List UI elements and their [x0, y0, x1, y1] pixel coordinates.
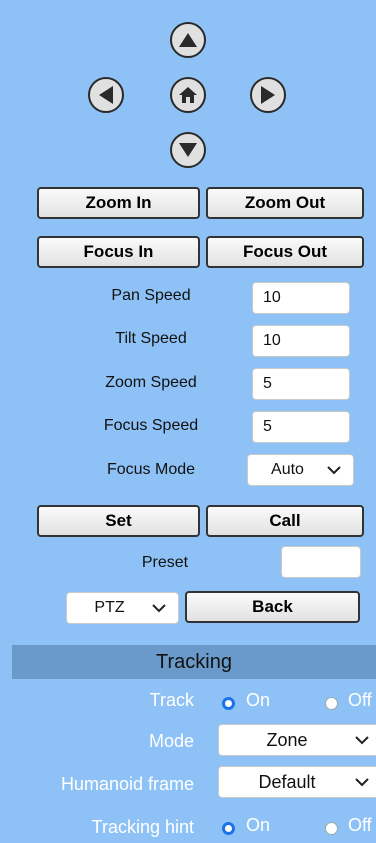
- pan-left-button[interactable]: [88, 77, 124, 113]
- set-preset-button[interactable]: Set: [37, 505, 200, 537]
- track-label: Track: [149, 690, 194, 710]
- arrow-right-icon: [260, 85, 276, 105]
- control-mode-value: PTZ: [94, 599, 125, 616]
- focus-speed-label: Focus Speed: [103, 417, 199, 434]
- zoom-speed-label: Zoom Speed: [105, 374, 197, 391]
- tilt-speed-label: Tilt Speed: [115, 330, 187, 347]
- pan-up-button[interactable]: [170, 22, 206, 58]
- focus-mode-label: Focus Mode: [106, 461, 196, 478]
- humanoid-frame-select[interactable]: Default: [218, 766, 376, 798]
- pan-speed-label: Pan Speed: [111, 287, 191, 304]
- tracking-hint-off-radio[interactable]: [325, 822, 338, 835]
- arrow-left-icon: [98, 85, 114, 105]
- preset-input[interactable]: [281, 546, 361, 578]
- zoom-out-button[interactable]: Zoom Out: [206, 187, 364, 219]
- tracking-mode-select[interactable]: Zone: [218, 724, 376, 756]
- chevron-down-icon: [327, 465, 345, 475]
- back-button[interactable]: Back: [185, 591, 360, 623]
- track-off-radio[interactable]: [325, 697, 338, 710]
- tracking-hint-on-radio[interactable]: [222, 822, 235, 835]
- call-preset-button[interactable]: Call: [206, 505, 364, 537]
- chevron-down-icon: [355, 735, 373, 745]
- arrow-down-icon: [178, 142, 198, 158]
- pan-right-button[interactable]: [250, 77, 286, 113]
- home-icon: [178, 86, 198, 104]
- humanoid-frame-label: Humanoid frame: [60, 774, 194, 794]
- focus-out-button[interactable]: Focus Out: [206, 236, 364, 268]
- tracking-mode-label: Mode: [148, 731, 194, 751]
- tilt-speed-input[interactable]: 10: [252, 325, 350, 357]
- tracking-mode-value: Zone: [266, 729, 308, 750]
- control-mode-select[interactable]: PTZ: [66, 592, 179, 624]
- arrow-up-icon: [178, 32, 198, 48]
- tracking-hint-label: Tracking hint: [91, 817, 194, 837]
- zoom-in-button[interactable]: Zoom In: [37, 187, 200, 219]
- track-on-label: On: [246, 690, 271, 710]
- focus-speed-input[interactable]: 5: [252, 411, 350, 443]
- tracking-hint-off-label: Off: [348, 815, 372, 835]
- chevron-down-icon: [355, 777, 373, 787]
- humanoid-frame-value: Default: [258, 771, 316, 792]
- chevron-down-icon: [152, 603, 170, 613]
- track-on-radio[interactable]: [222, 697, 235, 710]
- focus-in-button[interactable]: Focus In: [37, 236, 200, 268]
- pan-down-button[interactable]: [170, 132, 206, 168]
- zoom-speed-input[interactable]: 5: [252, 368, 350, 400]
- home-button[interactable]: [170, 77, 206, 113]
- focus-mode-value: Auto: [271, 461, 304, 478]
- tracking-hint-on-label: On: [246, 815, 271, 835]
- tracking-section-header: Tracking: [12, 645, 376, 679]
- pan-speed-input[interactable]: 10: [252, 282, 350, 314]
- preset-label: Preset: [141, 554, 189, 571]
- focus-mode-select[interactable]: Auto: [247, 454, 354, 486]
- track-off-label: Off: [348, 690, 372, 710]
